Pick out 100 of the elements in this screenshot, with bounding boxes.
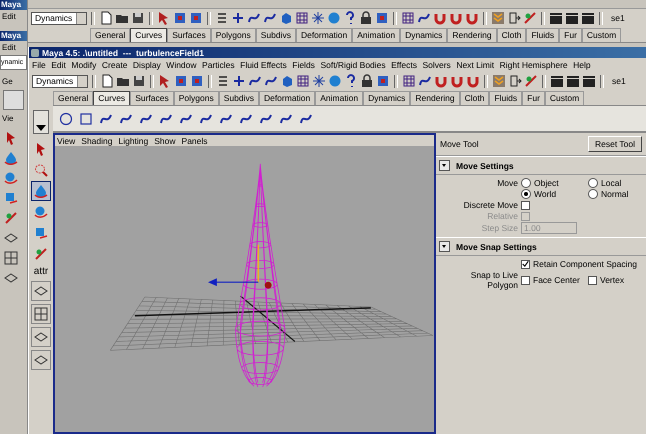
document-icon[interactable] [99, 11, 113, 25]
menu-item[interactable]: Soft/Rigid Bodies [320, 60, 386, 70]
menu-item[interactable]: Solvers [422, 60, 451, 70]
magnet-icon[interactable] [449, 11, 463, 25]
plus-icon[interactable] [231, 11, 245, 25]
sphere-icon[interactable] [34, 205, 48, 219]
clapperboard-icon[interactable] [550, 74, 564, 88]
curve-icon[interactable] [139, 112, 153, 126]
magnet-icon[interactable] [466, 74, 480, 88]
diamond-icon[interactable] [34, 330, 48, 344]
lines-icon[interactable] [215, 11, 229, 25]
panel-menu-item[interactable]: Shading [81, 136, 112, 146]
radio-button[interactable] [521, 189, 531, 199]
quad-layout-icon[interactable] [4, 251, 18, 265]
menu-item[interactable]: Help [573, 60, 591, 70]
sparkle-icon[interactable] [312, 74, 326, 88]
panel-menu-item[interactable]: View [57, 136, 76, 146]
panel-menu-item[interactable]: Show [154, 136, 176, 146]
curve-icon[interactable] [179, 112, 193, 126]
circle-icon[interactable] [59, 112, 73, 126]
menu-item[interactable]: Fluid Effects [240, 60, 287, 70]
shelf-tab[interactable]: General [90, 28, 130, 42]
shelf-tab[interactable]: Custom [582, 28, 622, 42]
square-icon[interactable] [79, 112, 93, 126]
radio-button[interactable] [588, 189, 598, 199]
curve-icon[interactable] [219, 112, 233, 126]
shelf-tab[interactable]: Cloth [460, 90, 490, 104]
radio-option[interactable]: Object [521, 178, 585, 188]
select-box-icon[interactable] [190, 74, 204, 88]
shelf-tab[interactable]: Dynamics [400, 28, 448, 42]
lock-icon[interactable] [359, 11, 373, 25]
shelf-tab[interactable]: Deformation [296, 28, 352, 42]
shelf-tab[interactable]: Deformation [258, 90, 316, 104]
magnet-icon[interactable] [433, 11, 447, 25]
curve-icon[interactable] [199, 112, 213, 126]
curve-icon[interactable] [119, 112, 133, 126]
clapperboard-icon[interactable] [581, 11, 595, 25]
checkbox[interactable] [521, 200, 530, 210]
diamond-icon[interactable] [4, 231, 18, 245]
radio-button[interactable] [521, 178, 531, 188]
curve-icon[interactable] [264, 74, 278, 88]
shelf-tab[interactable]: Subdivs [256, 28, 296, 42]
radio-button[interactable] [588, 178, 598, 188]
diagonal-icon[interactable] [523, 11, 537, 25]
menu-item[interactable]: Particles [202, 60, 235, 70]
sphere-icon[interactable] [4, 171, 18, 185]
question-mark-icon[interactable] [344, 74, 358, 88]
diagonal-icon[interactable] [524, 74, 538, 88]
menu-item[interactable]: Display [132, 60, 161, 70]
menu-item[interactable]: Modify [71, 60, 96, 70]
curve-icon[interactable] [417, 11, 431, 25]
menu-item[interactable]: Create [102, 60, 128, 70]
shelf-tab[interactable]: General [53, 90, 94, 104]
menu-item[interactable]: Edit [0, 10, 27, 23]
curve-icon[interactable] [299, 112, 313, 126]
menu-item[interactable]: Edit [0, 41, 27, 54]
menu-item[interactable]: Effects [391, 60, 417, 70]
exit-icon[interactable] [507, 11, 521, 25]
menu-item[interactable]: File [32, 60, 46, 70]
droplet-icon[interactable] [4, 151, 18, 165]
clapperboard-icon[interactable] [565, 11, 579, 25]
plus-icon[interactable] [232, 74, 246, 88]
shelf-tab[interactable]: Rendering [447, 28, 497, 42]
radio-option[interactable]: Normal [588, 189, 644, 199]
diagonal-icon[interactable] [34, 247, 48, 261]
droplet-icon[interactable] [34, 184, 48, 198]
grid-icon[interactable] [401, 11, 415, 25]
panel-menu-item[interactable]: Panels [182, 136, 208, 146]
sparkle-icon[interactable] [311, 11, 325, 25]
curve-icon[interactable] [248, 74, 262, 88]
shelf-menu-button[interactable] [33, 110, 49, 134]
shelf-tab[interactable]: Fluids [489, 90, 522, 104]
shelf-tab[interactable]: Cloth [496, 28, 526, 42]
diagonal-icon[interactable] [4, 211, 18, 225]
diamond-icon[interactable] [34, 353, 48, 367]
save-icon[interactable] [132, 74, 146, 88]
select-box-icon[interactable] [189, 11, 203, 25]
shelf-tab[interactable]: Polygons [210, 28, 256, 42]
lasso-icon[interactable] [34, 163, 48, 177]
lock-icon[interactable] [360, 74, 374, 88]
diamond-icon[interactable] [4, 271, 18, 285]
checkbox[interactable] [521, 276, 530, 284]
menu-item[interactable]: Next Limit [456, 60, 494, 70]
checkbox[interactable] [521, 260, 530, 268]
shelf-tab[interactable]: Curves [130, 28, 168, 42]
magnet-icon[interactable] [465, 11, 479, 25]
shelf-tab[interactable]: Animation [315, 90, 364, 104]
menu-item[interactable]: Right Hemisphere [500, 60, 568, 70]
question-mark-icon[interactable] [343, 11, 357, 25]
shelf-tab[interactable]: Surfaces [167, 28, 211, 42]
panel-menu-item[interactable]: Lighting [118, 136, 148, 146]
curve-icon[interactable] [99, 112, 113, 126]
shelf-tab[interactable]: Ge [0, 75, 27, 88]
clapperboard-icon[interactable] [582, 74, 596, 88]
reset-tool-button[interactable]: Reset Tool [588, 136, 642, 152]
shelf-tab[interactable]: Surfaces [130, 90, 174, 104]
curve-icon[interactable] [239, 112, 253, 126]
shelf-tab[interactable]: Rendering [410, 90, 460, 104]
save-icon[interactable] [131, 11, 145, 25]
curve-icon[interactable] [247, 11, 261, 25]
